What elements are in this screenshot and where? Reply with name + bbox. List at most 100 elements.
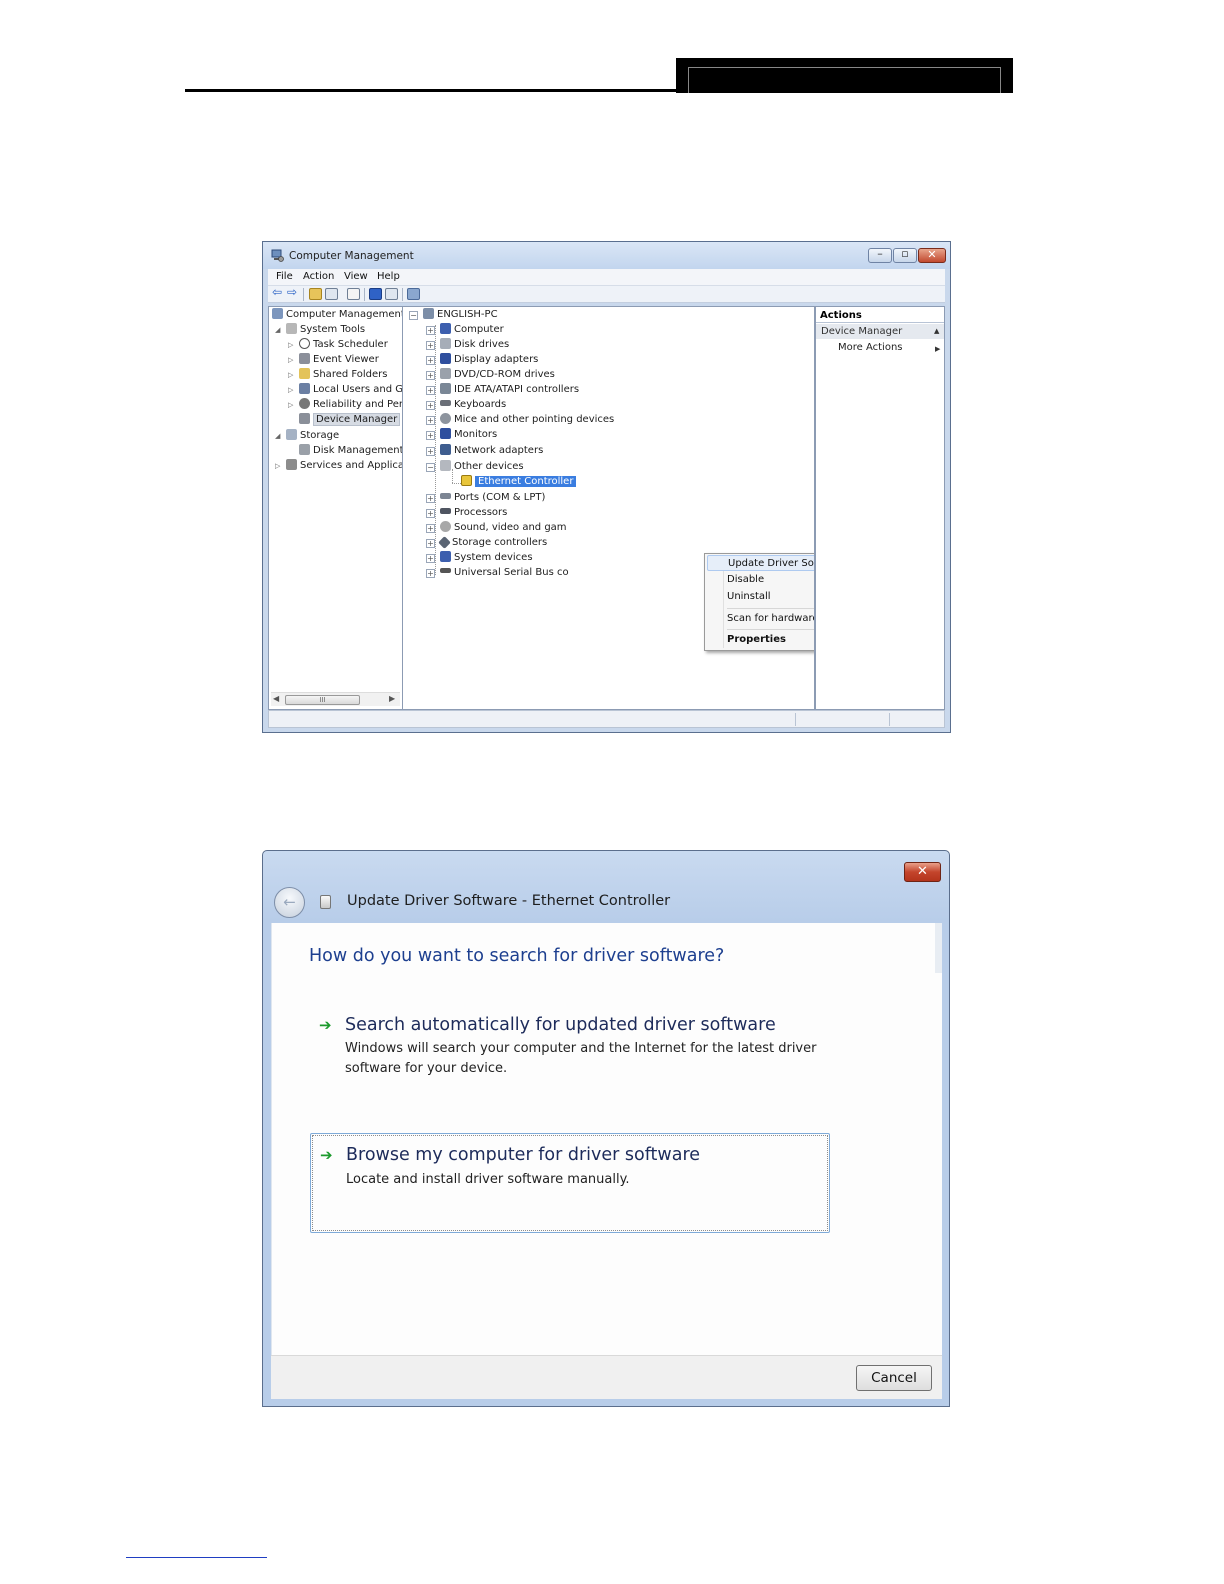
expand-box-icon: +: [426, 431, 435, 440]
tree-item-storage[interactable]: ◢ Storage: [275, 429, 339, 443]
disk-drive-icon: [440, 338, 451, 349]
tools-icon: [286, 323, 297, 334]
device-ethernet-controller[interactable]: Ethernet Controller: [461, 475, 577, 489]
device-category[interactable]: + Storage controllers: [426, 536, 547, 550]
more-actions-link[interactable]: More Actions: [838, 342, 903, 353]
status-separator: [889, 713, 890, 726]
horizontal-scrollbar[interactable]: ◀ III ▶: [271, 692, 400, 706]
console-tree-pane: Computer Management ◢ System Tools ▷ Task …: [268, 306, 403, 710]
tree-item-task-scheduler[interactable]: ▷ Task Scheduler: [288, 338, 388, 352]
menu-file[interactable]: File: [276, 271, 293, 282]
maximize-icon: ▫: [901, 247, 909, 260]
storage-controller-icon: [438, 536, 451, 549]
submenu-arrow-icon: ▶: [935, 345, 941, 353]
expand-box-icon: +: [426, 524, 435, 533]
expand-box-icon: +: [426, 326, 435, 335]
menu-help[interactable]: Help: [377, 271, 400, 282]
show-hide-action-pane-icon[interactable]: [385, 288, 398, 300]
device-category[interactable]: + Keyboards: [426, 398, 506, 412]
expand-box-icon: +: [426, 401, 435, 410]
tree-item-reliability[interactable]: ▷ Reliability and Perf: [288, 398, 402, 412]
body-scroll-edge: [935, 923, 942, 973]
expanded-arrow-icon: ◢: [275, 432, 281, 440]
close-button[interactable]: ✕: [918, 248, 946, 263]
tree-item-system-tools[interactable]: ◢ System Tools: [275, 323, 365, 337]
device-category[interactable]: + Monitors: [426, 428, 497, 442]
expand-box-icon: +: [426, 554, 435, 563]
actions-group-device-manager[interactable]: Device Manager ▲: [816, 324, 944, 339]
sound-icon: [440, 521, 451, 532]
back-arrow-icon[interactable]: ⇦: [272, 285, 282, 299]
minimize-button[interactable]: –: [868, 247, 892, 263]
expand-box-icon: +: [426, 447, 435, 456]
computer-management-icon: [272, 308, 283, 319]
option-description: Locate and install driver software manua…: [346, 1172, 630, 1187]
tree-root-computer[interactable]: − ENGLISH-PC: [409, 308, 498, 322]
expand-box-icon: +: [426, 416, 435, 425]
device-category[interactable]: + Disk drives: [426, 338, 509, 352]
device-category[interactable]: + Display adapters: [426, 353, 538, 367]
collapsed-arrow-icon: ▷: [288, 356, 294, 364]
page-header-inner-frame: [688, 67, 1001, 93]
device-category[interactable]: + Sound, video and gam: [426, 521, 567, 535]
dialog-close-button[interactable]: ✕: [904, 862, 941, 882]
window-title: Computer Management: [289, 250, 414, 262]
export-list-icon[interactable]: [347, 288, 360, 300]
clock-icon: [299, 338, 310, 349]
menu-scan-hardware[interactable]: Scan for hardware changes: [727, 613, 814, 624]
users-icon: [299, 383, 310, 394]
collapsed-arrow-icon: ▷: [288, 401, 294, 409]
device-category[interactable]: + Ports (COM & LPT): [426, 491, 545, 505]
menu-properties[interactable]: Properties: [727, 634, 786, 645]
menu-action[interactable]: Action: [303, 271, 334, 282]
toolbar-separator: [402, 288, 403, 301]
tree-item-local-users[interactable]: ▷ Local Users and Gr: [288, 383, 402, 397]
tree-item-computer-management[interactable]: Computer Management: [272, 308, 402, 322]
tree-item-shared-folders[interactable]: ▷ Shared Folders: [288, 368, 388, 382]
keyboard-icon: [440, 400, 451, 406]
disk-icon: [299, 444, 310, 455]
tree-item-device-manager[interactable]: Device Manager: [299, 413, 401, 427]
scroll-right-arrow-icon[interactable]: ▶: [389, 694, 395, 703]
device-category[interactable]: + Universal Serial Bus co: [426, 566, 569, 580]
scan-hardware-icon[interactable]: [407, 288, 420, 300]
device-category[interactable]: + System devices: [426, 551, 533, 565]
computer-management-icon: [271, 249, 284, 262]
scrollbar-thumb[interactable]: III: [285, 695, 360, 705]
toolbar: ⇦ ⇨: [268, 285, 945, 303]
menu-bar: File Action View Help: [268, 269, 945, 286]
tree-connector-line: [452, 483, 461, 484]
menu-uninstall[interactable]: Uninstall: [727, 591, 771, 602]
up-folder-icon[interactable]: [309, 288, 322, 300]
option-title: Search automatically for updated driver …: [345, 1015, 776, 1035]
device-tree-pane: − ENGLISH-PC + Computer + Disk drives + Disp…: [402, 306, 815, 710]
device-category[interactable]: + Network adapters: [426, 444, 543, 458]
search-automatically-option[interactable]: ➔ Search automatically for updated drive…: [310, 1011, 830, 1081]
dialog-body: How do you want to search for driver sof…: [271, 923, 942, 1355]
tree-item-event-viewer[interactable]: ▷ Event Viewer: [288, 353, 379, 367]
menu-update-driver[interactable]: Update Driver Software...: [707, 555, 814, 571]
monitor-icon: [440, 428, 451, 439]
device-category[interactable]: − Other devices: [426, 460, 524, 474]
device-category[interactable]: + DVD/CD-ROM drives: [426, 368, 555, 382]
back-button[interactable]: ←: [274, 887, 305, 918]
device-category[interactable]: + Processors: [426, 506, 507, 520]
tree-item-services[interactable]: ▷ Services and Applicat: [275, 459, 402, 473]
menu-view[interactable]: View: [344, 271, 368, 282]
expand-box-icon: +: [426, 341, 435, 350]
menu-disable[interactable]: Disable: [727, 574, 764, 585]
device-category[interactable]: + Mice and other pointing devices: [426, 413, 614, 427]
maximize-button[interactable]: ▫: [893, 247, 917, 263]
scroll-left-arrow-icon[interactable]: ◀: [273, 694, 279, 703]
expand-box-icon: +: [426, 494, 435, 503]
cancel-button[interactable]: Cancel: [856, 1365, 932, 1391]
help-icon[interactable]: [369, 288, 382, 300]
dvd-drive-icon: [440, 368, 451, 379]
show-hide-tree-icon[interactable]: [325, 288, 338, 300]
tree-item-disk-management[interactable]: Disk Management: [299, 444, 402, 458]
expand-box-icon: +: [426, 371, 435, 380]
device-category[interactable]: + Computer: [426, 323, 504, 337]
forward-arrow-icon[interactable]: ⇨: [287, 285, 297, 299]
device-category[interactable]: + IDE ATA/ATAPI controllers: [426, 383, 579, 397]
browse-computer-option[interactable]: ➔ Browse my computer for driver software…: [310, 1133, 830, 1233]
